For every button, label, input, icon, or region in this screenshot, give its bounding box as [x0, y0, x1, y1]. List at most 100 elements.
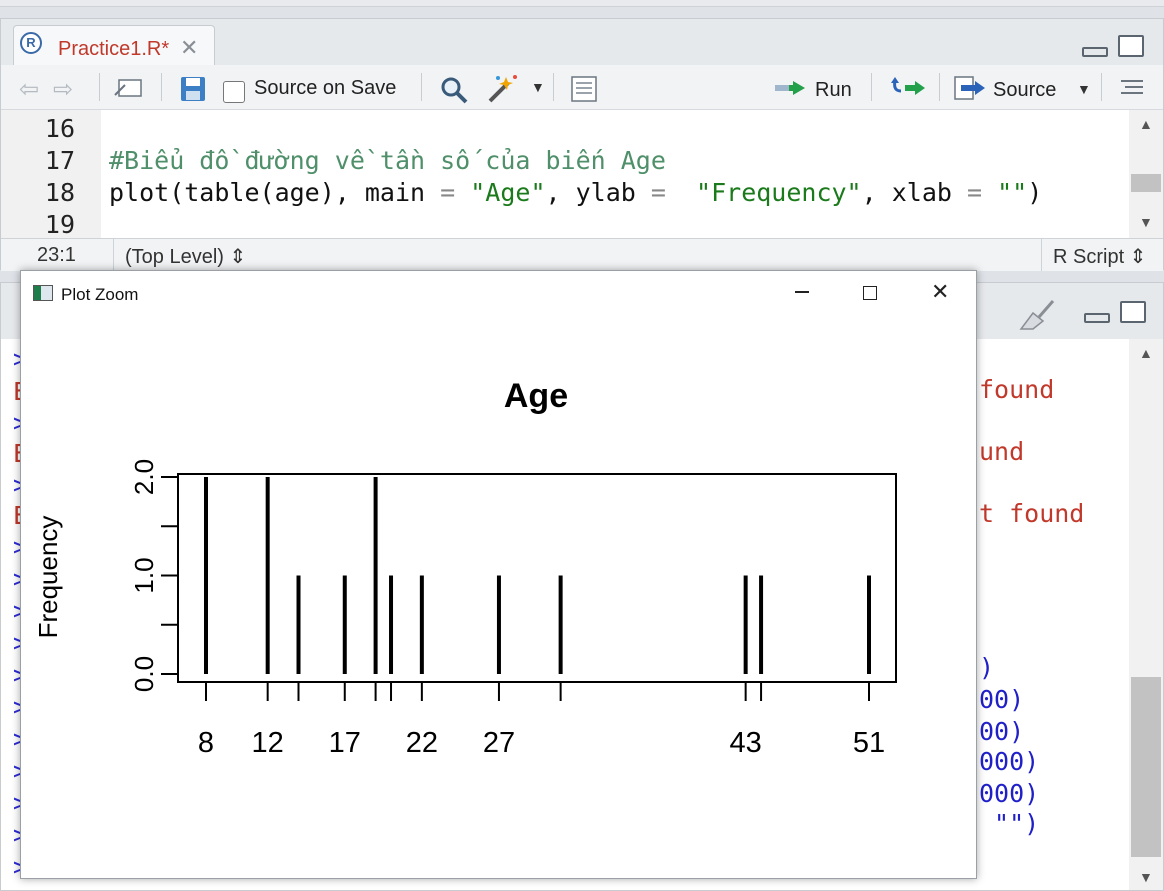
bars-group [204, 477, 871, 674]
editor-toolbar: ⇦ ⇨ Source on Save ▼ Run Source ▼ [1, 65, 1163, 110]
console-code-text: 000) [979, 779, 1040, 808]
close-tab-icon[interactable]: ✕ [180, 35, 198, 61]
toolbar-separator [161, 73, 162, 101]
scrollbar-thumb[interactable] [1131, 677, 1161, 857]
code-string: "" [982, 178, 1028, 207]
x-tick-label: 12 [252, 727, 284, 759]
plot-zoom-window[interactable]: Plot Zoom ✕ Age Frequency 0.0 1.0 2.0 8 12 1… [20, 270, 977, 879]
code-line-comment: #Biểu đồ đường về tần số của biến Age [109, 146, 666, 175]
source-button[interactable]: Source [993, 79, 1056, 102]
line-number: 16 [44, 114, 75, 143]
show-in-window-icon[interactable] [113, 77, 143, 99]
y-axis: 0.0 1.0 2.0 [129, 459, 179, 692]
scope-selector[interactable]: (Top Level) ⇕ [125, 244, 246, 269]
toolbar-separator [871, 73, 872, 101]
console-error-text: und [979, 437, 1025, 466]
search-icon[interactable] [439, 75, 469, 105]
source-on-save-checkbox[interactable] [223, 81, 245, 103]
age-frequency-chart: Age Frequency 0.0 1.0 2.0 8 12 17 22 27 43 51 [33, 377, 897, 759]
console-scrollbar[interactable]: ▲ ▼ [1129, 339, 1163, 890]
code-operator: = [966, 178, 983, 207]
code-token: plot(table(age), main [109, 178, 441, 207]
source-arrow-icon[interactable] [953, 73, 989, 101]
line-number: 19 [44, 210, 75, 238]
code-tools-wand-icon[interactable] [486, 73, 520, 105]
line-number: 17 [44, 146, 75, 175]
maximize-pane-icon[interactable] [1118, 35, 1144, 57]
y-tick-label: 2.0 [129, 459, 159, 495]
editor-status-bar: 23:1 (Top Level) ⇕ R Script ⇕ [1, 238, 1163, 271]
scroll-down-icon[interactable]: ▼ [1139, 214, 1153, 230]
document-outline-icon[interactable] [1119, 77, 1145, 99]
scroll-up-icon[interactable]: ▲ [1139, 116, 1153, 132]
rerun-icon[interactable] [889, 75, 929, 101]
window-top-strip [0, 0, 1164, 7]
x-tick-label: 43 [730, 727, 762, 759]
toolbar-separator [99, 73, 100, 101]
x-tick-label: 22 [406, 727, 438, 759]
y-tick-label: 0.0 [129, 656, 159, 692]
x-tick-label: 51 [853, 727, 885, 759]
toolbar-separator [1101, 73, 1102, 101]
toolbar-separator [553, 73, 554, 101]
console-code-text: 000) [979, 747, 1040, 776]
compile-report-icon[interactable] [569, 75, 599, 103]
console-error-text: t found [979, 499, 1085, 528]
plot-window-icon [33, 285, 53, 301]
editor-tab-label: Practice1.R* [58, 38, 170, 60]
code-tools-dropdown-icon[interactable]: ▼ [531, 79, 545, 95]
y-tick-label: 1.0 [129, 557, 159, 593]
code-operator: = [440, 178, 456, 207]
run-arrow-icon[interactable] [773, 75, 811, 101]
editor-scrollbar[interactable]: ▲ ▼ [1129, 110, 1163, 238]
maximize-window-icon[interactable] [863, 286, 877, 300]
editor-tab-bar: R Practice1.R* ✕ [1, 19, 1163, 66]
source-dropdown-icon[interactable]: ▼ [1077, 81, 1091, 97]
line-number: 18 [44, 178, 75, 207]
x-tick-label: 27 [483, 727, 515, 759]
code-token: , ylab [545, 178, 651, 207]
forward-arrow-icon[interactable]: ⇨ [53, 75, 73, 104]
code-editor[interactable]: 16 17 18 19 #Biểu đồ đường về tần số của… [1, 110, 1129, 238]
line-number-gutter: 16 17 18 19 [1, 110, 101, 238]
scrollbar-thumb[interactable] [1131, 174, 1161, 192]
console-code-text: "") [979, 809, 1040, 838]
plot-frame [177, 473, 897, 683]
console-code-text: ) [979, 653, 995, 682]
toolbar-separator [421, 73, 422, 101]
minimize-pane-icon[interactable] [1084, 313, 1110, 323]
scroll-up-icon[interactable]: ▲ [1139, 345, 1153, 361]
toolbar-separator [939, 73, 940, 101]
close-window-icon[interactable]: ✕ [931, 281, 949, 303]
x-axis: 8 12 17 22 27 43 51 [198, 681, 885, 759]
clear-console-broom-icon[interactable] [1019, 299, 1059, 331]
status-separator [113, 239, 114, 271]
x-tick-label: 8 [198, 727, 214, 759]
minimize-window-icon[interactable] [795, 291, 809, 293]
plot-window-title: Plot Zoom [61, 285, 139, 304]
status-separator [1041, 239, 1042, 271]
save-icon[interactable] [179, 75, 207, 103]
cursor-position: 23:1 [37, 244, 76, 266]
console-error-text: found [979, 375, 1055, 404]
plot-window-titlebar[interactable]: Plot Zoom ✕ [21, 271, 976, 317]
back-arrow-icon[interactable]: ⇦ [19, 75, 39, 104]
code-operator: = [650, 178, 666, 207]
maximize-pane-icon[interactable] [1120, 301, 1146, 323]
code-string: "Age" [455, 178, 546, 207]
y-axis-label: Frequency [33, 516, 63, 639]
scroll-down-icon[interactable]: ▼ [1139, 869, 1153, 885]
editor-tab[interactable]: R Practice1.R* ✕ [13, 25, 215, 66]
code-token: , xlab [861, 178, 967, 207]
run-button[interactable]: Run [815, 79, 852, 102]
minimize-pane-icon[interactable] [1082, 47, 1108, 57]
code-token: ) [1027, 178, 1043, 207]
x-tick-label: 17 [329, 727, 361, 759]
source-editor-pane: R Practice1.R* ✕ ⇦ ⇨ Source on Save ▼ Ru… [0, 18, 1164, 271]
r-file-icon: R [20, 32, 42, 54]
chart-title: Age [504, 377, 568, 415]
source-on-save-label: Source on Save [254, 77, 397, 99]
console-code-text: 00) [979, 685, 1025, 714]
code-string: "Frequency" [665, 178, 862, 207]
file-type-selector[interactable]: R Script ⇕ [1053, 244, 1146, 269]
